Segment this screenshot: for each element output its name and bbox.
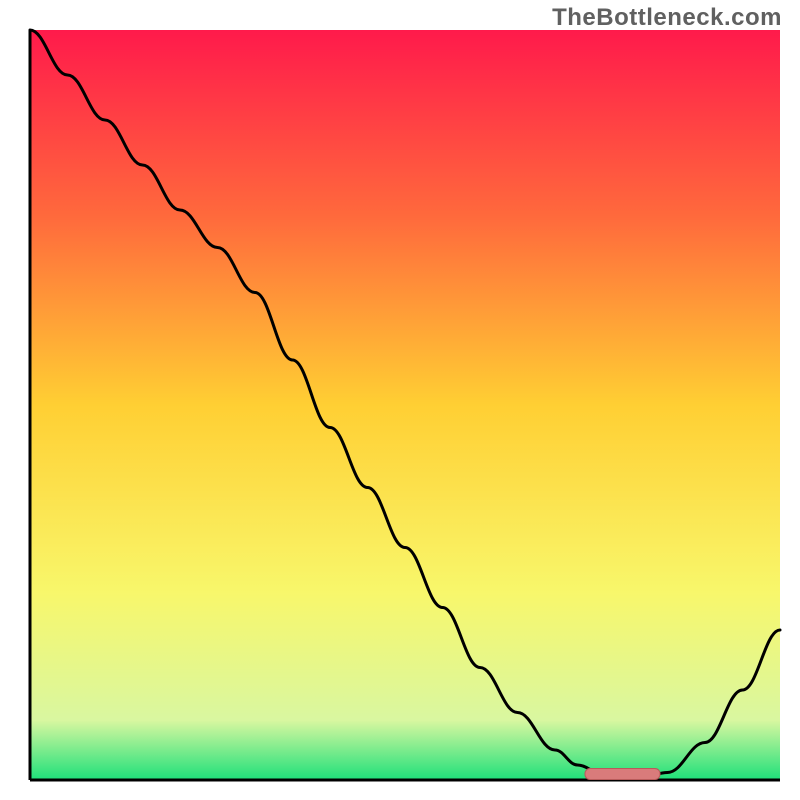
watermark-text: TheBottleneck.com — [552, 4, 782, 32]
bottleneck-chart — [0, 0, 800, 800]
optimal-zone-marker — [585, 769, 660, 780]
plot-background — [30, 30, 780, 780]
chart-svg — [0, 0, 800, 800]
